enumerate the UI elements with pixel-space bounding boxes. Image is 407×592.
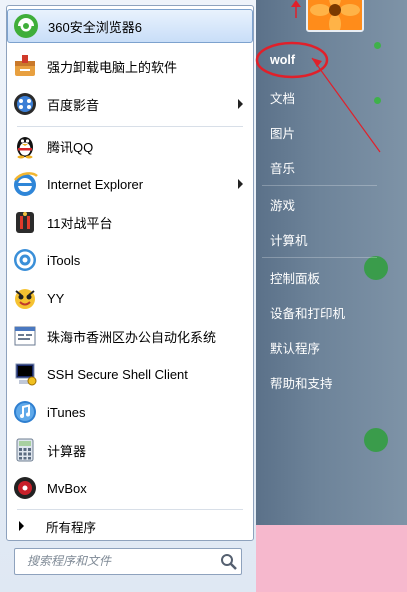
background-app-icon [364,428,388,452]
program-item-itunes[interactable]: iTunes [7,395,253,429]
status-indicator-dot [374,42,381,49]
submenu-arrow-icon[interactable] [238,179,243,189]
games-link[interactable]: 游戏 [270,195,295,214]
program-item-qq[interactable]: 腾讯QQ [7,129,253,163]
program-item-office-system[interactable]: 珠海市香洲区办公自动化系统 [7,319,253,353]
360-browser-icon [12,12,40,40]
ssh-client-icon [11,360,39,388]
program-item-itools[interactable]: iTools [7,243,253,277]
program-item-mvbox[interactable]: MvBox [7,471,253,505]
music-link[interactable]: 音乐 [270,158,295,177]
program-item-11-platform[interactable]: 11对战平台 [7,205,253,239]
program-list-divider [17,509,243,510]
help-and-support-link[interactable]: 帮助和支持 [270,373,333,392]
program-label: 珠海市香洲区办公自动化系统 [47,329,217,345]
program-item-yy[interactable]: YY [7,281,253,315]
search-input[interactable] [27,549,177,572]
documents-link[interactable]: 文档 [270,88,295,107]
program-label: 计算器 [47,443,87,459]
start-menu-left-pane: 360安全浏览器6 强力卸载电脑上的软件 百度影音 腾讯QQ Internet … [0,0,256,592]
all-programs-arrow-icon [19,521,24,531]
itunes-icon [11,398,39,426]
itools-icon [11,246,39,274]
start-menu-right-pane: wolf 文档 图片 音乐 游戏 计算机 控制面板 设备和打印机 默认程序 帮助… [256,0,407,525]
program-label: 强力卸载电脑上的软件 [47,59,178,75]
submenu-arrow-icon[interactable] [238,99,243,109]
program-list-divider [17,126,243,127]
program-item-internet-explorer[interactable]: Internet Explorer [7,167,253,201]
internet-explorer-icon [11,170,39,198]
program-label: iTools [47,252,81,268]
devices-and-printers-link[interactable]: 设备和打印机 [270,303,345,322]
program-label: 百度影音 [47,97,100,113]
flower-picture-icon [308,0,362,30]
program-item-360-browser[interactable]: 360安全浏览器6 [7,9,253,43]
status-indicator-dot [374,97,381,104]
background-area [256,525,407,592]
uninstaller-icon [11,52,39,80]
computer-link[interactable]: 计算机 [270,230,308,249]
start-menu: 360安全浏览器6 强力卸载电脑上的软件 百度影音 腾讯QQ Internet … [0,0,407,592]
program-label: 360安全浏览器6 [48,19,142,35]
baidu-player-icon [11,90,39,118]
program-label: 11对战平台 [47,215,113,231]
program-label: 腾讯QQ [47,139,94,155]
default-programs-link[interactable]: 默认程序 [270,338,320,357]
program-label: YY [47,290,65,306]
program-item-ssh-client[interactable]: SSH Secure Shell Client [7,357,253,391]
user-name-link[interactable]: wolf [270,53,295,67]
user-avatar[interactable] [306,0,364,32]
program-label: Internet Explorer [47,176,144,192]
program-label: SSH Secure Shell Client [47,366,188,382]
search-icon[interactable] [219,552,238,571]
program-item-baidu-player[interactable]: 百度影音 [7,87,253,121]
11-platform-icon [11,208,39,236]
background-app-icon [364,256,388,280]
right-pane-divider [262,257,377,258]
calculator-icon [11,436,39,464]
program-label: iTunes [47,404,86,420]
control-panel-link[interactable]: 控制面板 [270,268,320,287]
search-box [14,548,242,575]
program-item-calculator[interactable]: 计算器 [7,433,253,467]
qq-penguin-icon [11,132,39,160]
pictures-link[interactable]: 图片 [270,123,295,142]
office-system-icon [11,322,39,350]
yy-icon [11,284,39,312]
right-pane-divider [262,185,377,186]
all-programs-label: 所有程序 [46,520,97,535]
program-list: 360安全浏览器6 强力卸载电脑上的软件 百度影音 腾讯QQ Internet … [6,5,254,541]
program-item-uninstaller[interactable]: 强力卸载电脑上的软件 [7,49,253,83]
all-programs-button[interactable]: 所有程序 [7,513,253,539]
program-label: MvBox [47,480,87,496]
mvbox-icon [11,474,39,502]
